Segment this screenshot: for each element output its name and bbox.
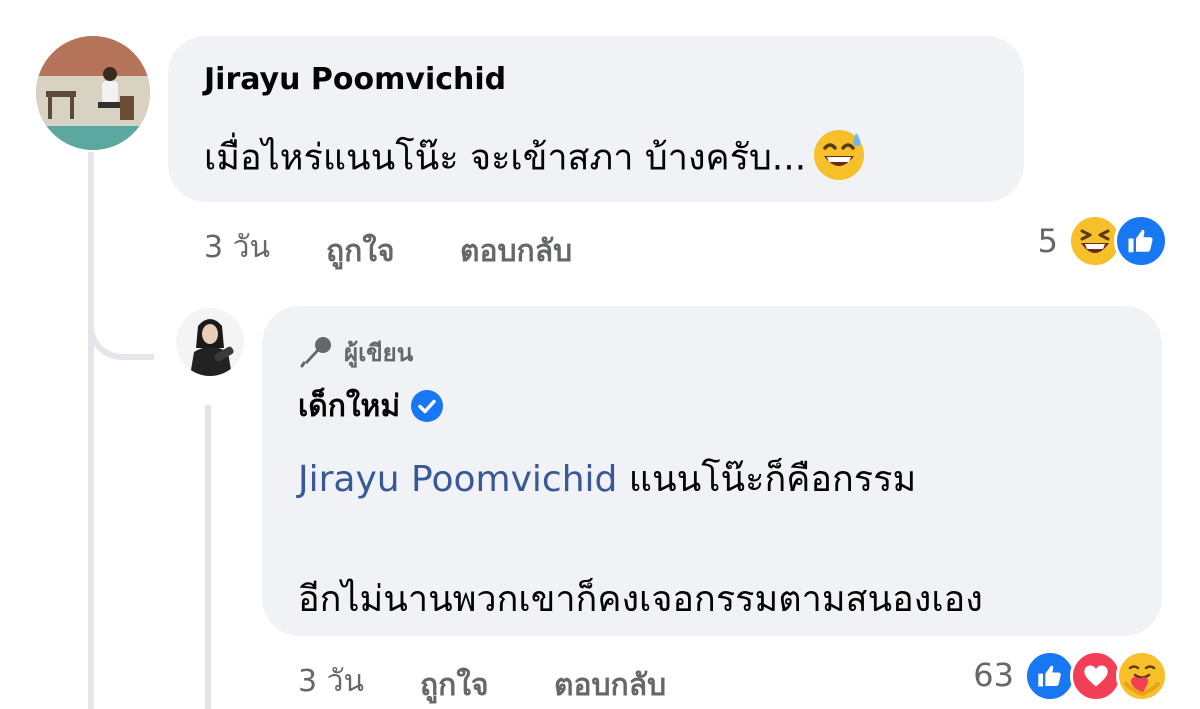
reply-author[interactable]: เด็กใหม่ bbox=[298, 383, 400, 430]
reply-text-line1: Jirayu Poomvichid แนนโน๊ะก็คือกรรม bbox=[298, 450, 916, 507]
like-reaction-icon[interactable] bbox=[1114, 214, 1168, 268]
comment-time[interactable]: 3 วัน bbox=[204, 224, 270, 271]
reply-like-button[interactable]: ถูกใจ bbox=[420, 662, 489, 709]
reply-time[interactable]: 3 วัน bbox=[298, 658, 364, 705]
author-badge: ผู้เขียน bbox=[298, 334, 413, 370]
love-reaction-icon[interactable] bbox=[1070, 650, 1122, 702]
reply-avatar-photo bbox=[176, 308, 244, 376]
care-reaction-icon[interactable] bbox=[1116, 650, 1168, 702]
thread-line-elbow bbox=[88, 300, 154, 360]
reply-mention-link[interactable]: Jirayu Poomvichid bbox=[298, 459, 617, 500]
comment-reaction-count[interactable]: 5 bbox=[990, 222, 1058, 260]
avatar-photo bbox=[36, 36, 150, 150]
comment-text: เมื่อไหร่แนนโน๊ะ จะเข้าสภา บ้างครับ... bbox=[204, 128, 866, 191]
reply-like-reaction-icon[interactable] bbox=[1024, 650, 1076, 702]
reply-avatar[interactable] bbox=[176, 308, 244, 376]
comment-text-body: เมื่อไหร่แนนโน๊ะ จะเข้าสภา บ้างครับ... bbox=[204, 137, 807, 179]
thread-line-main bbox=[88, 152, 94, 709]
author-badge-label: ผู้เขียน bbox=[344, 338, 414, 367]
avatar[interactable] bbox=[36, 36, 150, 150]
thread-line-reply bbox=[205, 405, 211, 709]
reply-reaction-count[interactable]: 63 bbox=[940, 656, 1014, 694]
verified-badge-icon bbox=[410, 389, 444, 423]
comment-author[interactable]: Jirayu Poomvichid bbox=[204, 62, 506, 97]
reply-author-row: เด็กใหม่ bbox=[298, 384, 444, 428]
reply-reply-button[interactable]: ตอบกลับ bbox=[554, 662, 666, 709]
sweat-smile-emoji-icon bbox=[812, 128, 866, 191]
reply-text-line1-body: แนนโน๊ะก็คือกรรม bbox=[617, 459, 917, 500]
comment-like-button[interactable]: ถูกใจ bbox=[326, 228, 395, 275]
microphone-icon bbox=[298, 334, 334, 370]
reply-text-line2: อีกไม่นานพวกเขาก็คงเจอกรรมตามสนองเอง bbox=[298, 579, 983, 620]
comment-reply-button[interactable]: ตอบกลับ bbox=[460, 228, 572, 275]
